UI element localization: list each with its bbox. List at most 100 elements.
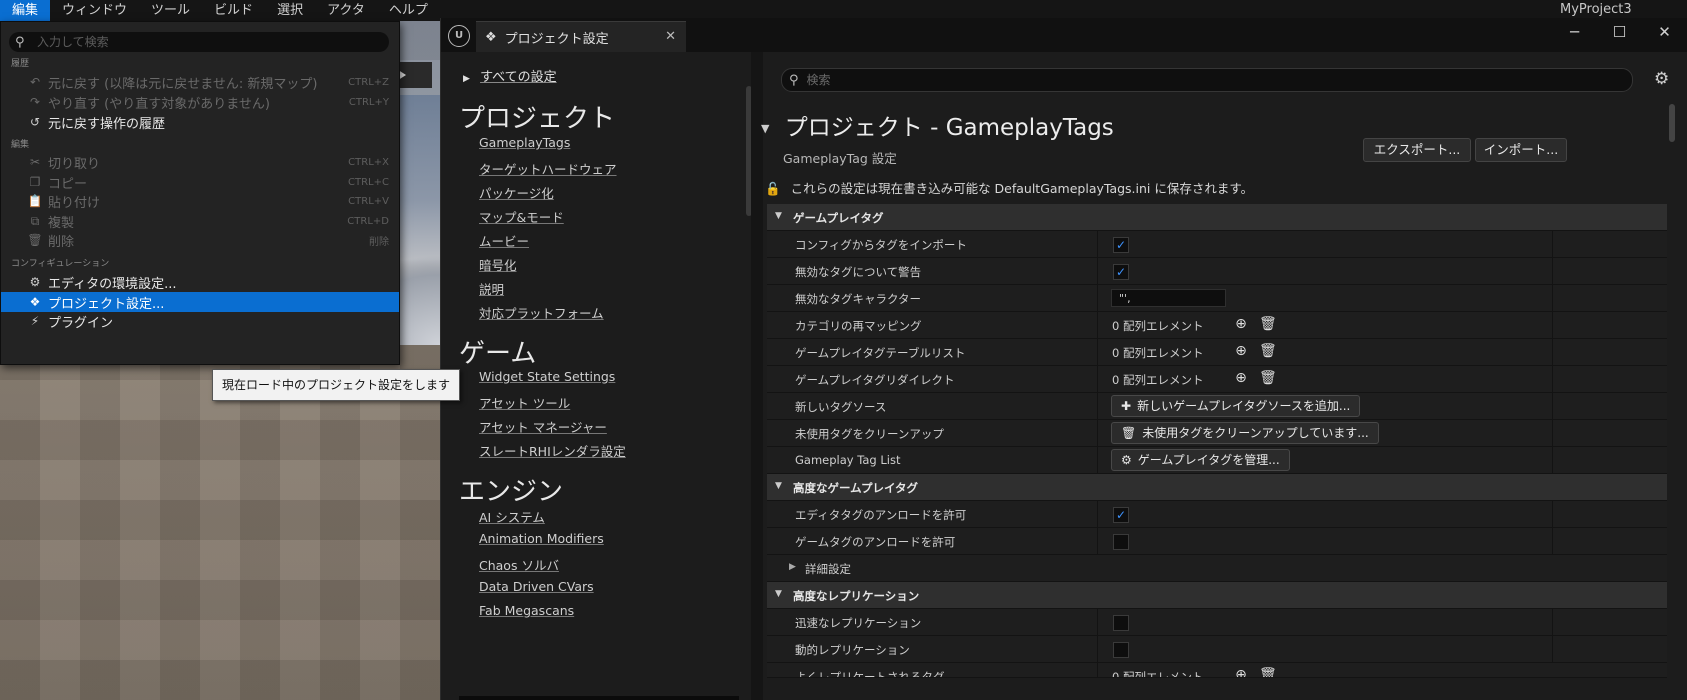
nav-horizontal-scrollbar[interactable] <box>459 696 739 700</box>
menu-window[interactable]: ウィンドウ <box>50 0 139 21</box>
category-gameplay-tags[interactable]: ▼ ゲームプレイタグ <box>767 204 1667 231</box>
nav-link-slate-rhi[interactable]: スレートRHIレンダラ設定 <box>479 441 626 460</box>
menu-tools[interactable]: ツール <box>139 0 202 21</box>
menu-actor[interactable]: アクタ <box>315 0 377 21</box>
collapse-triangle-icon: ▼ <box>775 211 782 221</box>
add-element-icon[interactable]: ⊕ <box>1233 343 1249 359</box>
nav-link-supported-platforms[interactable]: 対応プラットフォーム <box>479 303 604 322</box>
minimize-button[interactable]: ─ <box>1552 18 1597 46</box>
property-label: よくレプリケートされるタグ <box>795 670 945 678</box>
nav-link-animation-modifiers[interactable]: Animation Modifiers <box>479 531 604 546</box>
export-button[interactable]: エクスポート... <box>1363 138 1471 162</box>
nav-link-ai-system[interactable]: AI システム <box>479 507 545 526</box>
menu-search[interactable]: ⚲ <box>9 32 389 52</box>
delete-item[interactable]: 🗑 削除 削除 <box>1 230 399 250</box>
project-settings-item[interactable]: ❖ プロジェクト設定... <box>1 292 399 312</box>
nav-link-widget-state[interactable]: Widget State Settings <box>479 369 615 384</box>
nav-link-maps-modes[interactable]: マップ&モード <box>479 207 564 226</box>
settings-nav-panel: ▶ すべての設定 プロジェクト GameplayTags ターゲットハードウェア… <box>441 52 752 700</box>
fast-replication-checkbox[interactable] <box>1113 615 1129 631</box>
edit-menu-dropdown: ⚲ 履歴 ↶ 元に戻す (以降は元に戻せません: 新規マップ) CTRL+Z ↷… <box>0 21 400 365</box>
project-settings-tooltip: 現在ロード中のプロジェクト設定をします <box>212 369 461 401</box>
nav-link-asset-manager[interactable]: アセット マネージャー <box>479 417 607 436</box>
nav-link-data-driven-cvars[interactable]: Data Driven CVars <box>479 579 594 594</box>
tab-project-settings[interactable]: ❖ プロジェクト設定 ✕ <box>476 21 686 53</box>
button-label: 未使用タグをクリーンアップしています... <box>1142 426 1369 440</box>
warn-invalid-checkbox[interactable]: ✓ <box>1113 264 1129 280</box>
close-icon[interactable]: ✕ <box>665 29 676 44</box>
nav-link-encryption[interactable]: 暗号化 <box>479 255 517 274</box>
nav-link-fab-megascans[interactable]: Fab Megascans <box>479 603 574 618</box>
details-search[interactable]: ⚲ <box>781 68 1633 92</box>
nav-link-chaos-solver[interactable]: Chaos ソルバ <box>479 555 559 574</box>
nav-link-packaging[interactable]: パッケージ化 <box>479 183 554 202</box>
cut-label: 切り取り <box>48 156 101 172</box>
collapse-triangle-icon[interactable]: ▼ <box>761 122 769 135</box>
section-label: コンフィギュレーション <box>11 259 110 269</box>
allow-editor-unload-checkbox[interactable]: ✓ <box>1113 507 1129 523</box>
details-scrollbar[interactable] <box>1669 104 1675 142</box>
category-advanced-tags[interactable]: ▼ 高度なゲームプレイタグ <box>767 474 1667 501</box>
add-tag-source-button[interactable]: ✚ 新しいゲームプレイタグソースを追加... <box>1111 395 1361 417</box>
menu-select[interactable]: 選択 <box>265 0 315 21</box>
menu-help[interactable]: ヘルプ <box>377 0 440 21</box>
trash-icon[interactable]: 🗑 <box>1259 667 1277 677</box>
add-element-icon[interactable]: ⊕ <box>1233 667 1249 677</box>
paste-item[interactable]: 📋 貼り付け CTRL+V <box>1 191 399 211</box>
duplicate-shortcut: CTRL+D <box>347 215 389 227</box>
copy-icon: ❐ <box>29 175 41 189</box>
copy-item[interactable]: ❐ コピー CTRL+C <box>1 172 399 192</box>
invalid-chars-field[interactable]: "', <box>1111 289 1226 307</box>
duplicate-item[interactable]: ⧉ 複製 CTRL+D <box>1 211 399 231</box>
menu-search-input[interactable] <box>35 34 369 50</box>
project-settings-icon: ❖ <box>29 295 41 309</box>
column-divider <box>1097 339 1098 365</box>
panel-splitter[interactable] <box>751 52 763 700</box>
manage-tags-button[interactable]: ⚙ ゲームプレイタグを管理... <box>1111 449 1290 471</box>
undo-item[interactable]: ↶ 元に戻す (以降は元に戻せません: 新規マップ) CTRL+Z <box>1 72 399 92</box>
button-label: 新しいゲームプレイタグソースを追加... <box>1137 399 1351 413</box>
all-settings-label: すべての設定 <box>480 70 557 85</box>
cut-icon: ✂ <box>29 155 41 169</box>
nav-link-movies[interactable]: ムービー <box>479 231 529 250</box>
menu-build[interactable]: ビルド <box>202 0 265 21</box>
column-divider <box>1552 312 1553 338</box>
nav-link-gameplaytags[interactable]: GameplayTags <box>479 135 570 150</box>
maximize-button[interactable]: ☐ <box>1597 18 1642 46</box>
cleanup-tags-button[interactable]: 🗑 未使用タグをクリーンアップしています... <box>1111 422 1379 444</box>
nav-link-target-hardware[interactable]: ターゲットハードウェア <box>479 159 617 178</box>
import-button[interactable]: インポート... <box>1475 138 1567 162</box>
category-advanced-replication[interactable]: ▼ 高度なレプリケーション <box>767 582 1667 609</box>
property-label: 無効なタグキャラクター <box>795 292 922 306</box>
add-element-icon[interactable]: ⊕ <box>1233 370 1249 386</box>
undo-history-item[interactable]: ↺ 元に戻す操作の履歴 <box>1 112 399 132</box>
menu-edit[interactable]: 編集 <box>0 0 51 21</box>
editor-preferences-item[interactable]: ⚙ エディタの環境設定... <box>1 272 399 292</box>
trash-icon[interactable]: 🗑 <box>1259 316 1277 332</box>
nav-link-description[interactable]: 説明 <box>479 279 504 298</box>
paste-icon: 📋 <box>27 194 43 208</box>
redo-item[interactable]: ↷ やり直す (やり直す対象がありません) CTRL+Y <box>1 92 399 112</box>
add-element-icon[interactable]: ⊕ <box>1233 316 1249 332</box>
category-label: ゲームプレイタグ <box>793 211 884 225</box>
import-from-config-checkbox[interactable]: ✓ <box>1113 237 1129 253</box>
allow-game-unload-checkbox[interactable] <box>1113 534 1129 550</box>
array-count: 0 配列エレメント <box>1112 373 1204 387</box>
property-row: ゲームプレイタグリダイレクト 0 配列エレメント ⊕ 🗑 <box>767 366 1667 393</box>
all-settings-link[interactable]: ▶ すべての設定 <box>463 66 557 85</box>
advanced-row[interactable]: ▶ 詳細設定 <box>767 555 1667 582</box>
button-label: ゲームプレイタグを管理... <box>1137 453 1280 467</box>
trash-icon[interactable]: 🗑 <box>1259 370 1277 386</box>
property-label: 新しいタグソース <box>795 400 887 414</box>
nav-link-asset-tools[interactable]: アセット ツール <box>479 393 570 412</box>
section-label: 履歴 <box>11 59 30 69</box>
trash-icon[interactable]: 🗑 <box>1259 343 1277 359</box>
details-search-input[interactable] <box>804 72 1589 88</box>
close-window-button[interactable]: ✕ <box>1642 18 1687 46</box>
property-label: ゲームプレイタグテーブルリスト <box>795 346 966 360</box>
dynamic-replication-checkbox[interactable] <box>1113 642 1129 658</box>
column-divider <box>1097 501 1098 527</box>
plugins-item[interactable]: ⚡ プラグイン <box>1 311 399 331</box>
cut-item[interactable]: ✂ 切り取り CTRL+X <box>1 152 399 172</box>
gear-icon[interactable]: ⚙ <box>1654 69 1669 89</box>
